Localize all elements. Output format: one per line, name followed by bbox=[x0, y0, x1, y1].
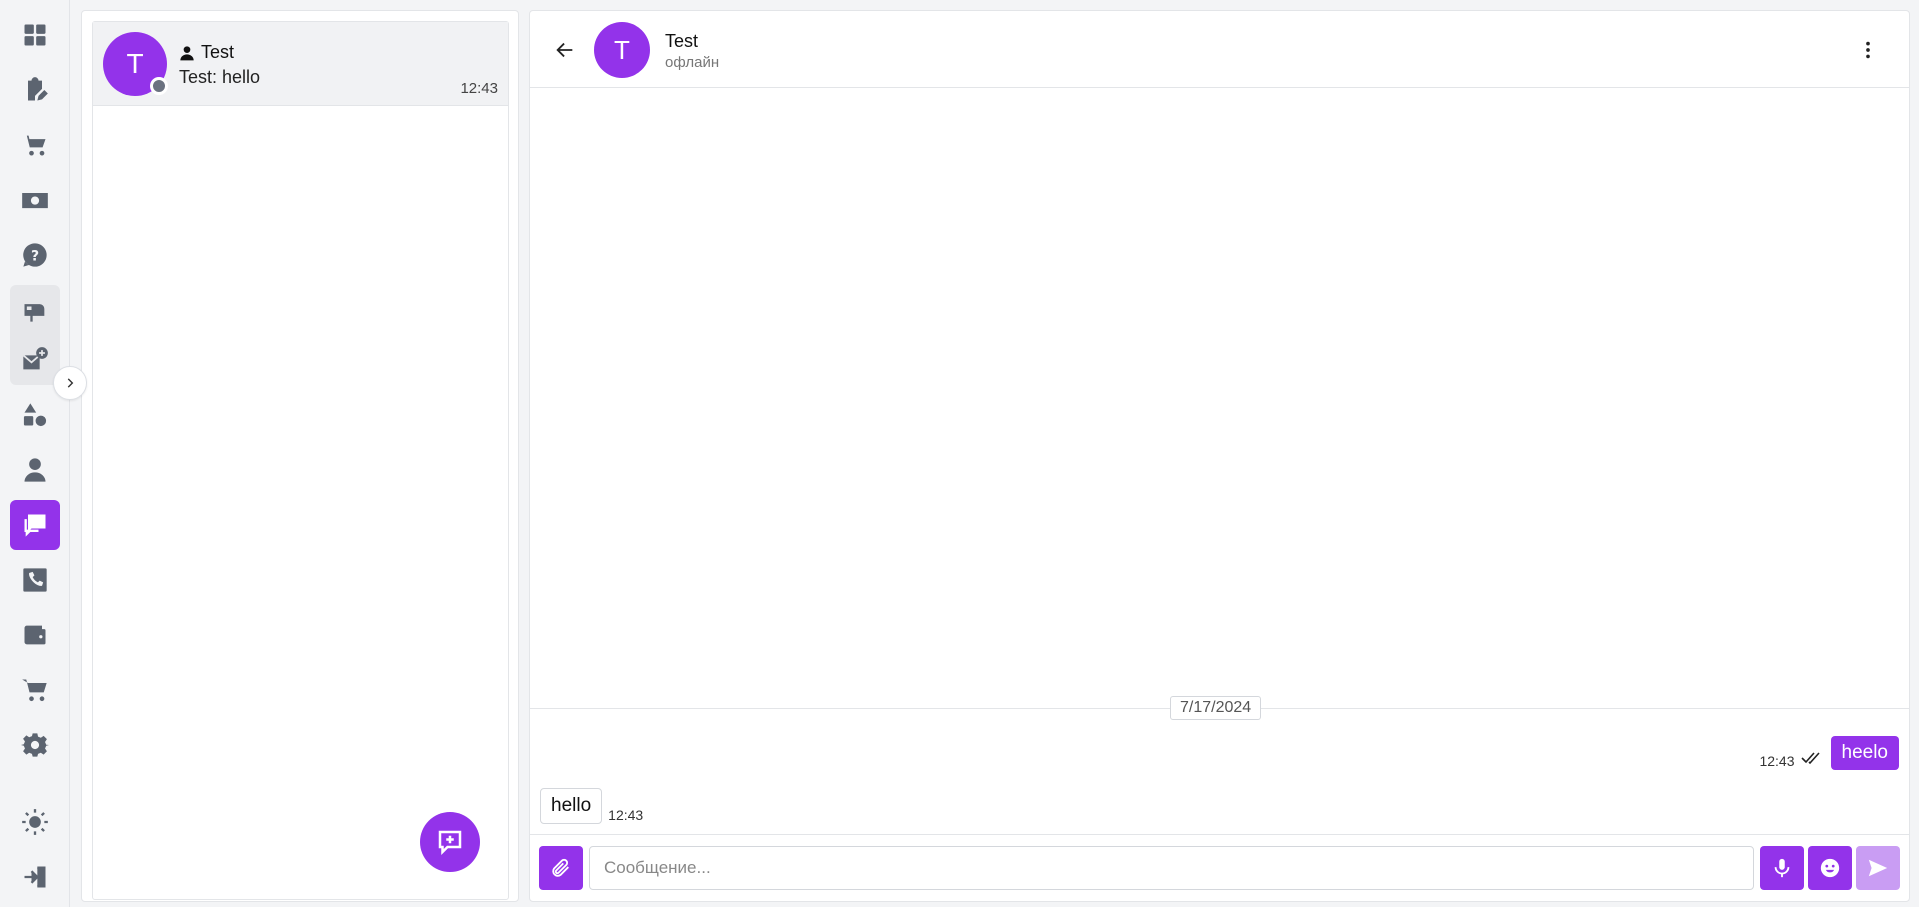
more-options-button[interactable] bbox=[1857, 39, 1879, 61]
contact-avatar: T bbox=[594, 22, 650, 78]
chat-list-item[interactable]: T Test Test: hello 12:43 bbox=[93, 22, 508, 106]
mailbox-icon[interactable] bbox=[10, 285, 60, 335]
mail-add-icon[interactable] bbox=[10, 335, 60, 385]
message-bubble: heelo bbox=[1830, 736, 1899, 770]
conversation-panel: T Test офлайн 7/17/2024 12:43 heelo hell… bbox=[529, 10, 1910, 902]
settings-icon[interactable] bbox=[10, 720, 60, 770]
back-button[interactable] bbox=[554, 39, 576, 61]
emoji-button[interactable] bbox=[1808, 846, 1852, 890]
send-icon bbox=[1868, 859, 1888, 877]
wallet-icon[interactable] bbox=[10, 610, 60, 660]
svg-text:?: ? bbox=[31, 248, 39, 264]
chevron-right-icon bbox=[67, 378, 74, 388]
chat-list: T Test Test: hello 12:43 bbox=[92, 21, 509, 900]
tasks-icon[interactable] bbox=[10, 65, 60, 115]
money-icon[interactable] bbox=[10, 175, 60, 225]
message-bubble: hello bbox=[540, 788, 603, 824]
double-check-icon bbox=[1800, 751, 1821, 770]
logout-icon[interactable] bbox=[10, 852, 60, 902]
message-time: 12:43 bbox=[1759, 753, 1795, 769]
chat-item-time: 12:43 bbox=[460, 80, 498, 97]
message-input[interactable] bbox=[589, 846, 1754, 890]
arrow-left-icon bbox=[556, 42, 573, 58]
message-composer bbox=[530, 834, 1909, 901]
incoming-message: hello 12:43 bbox=[540, 788, 643, 824]
phone-icon[interactable] bbox=[10, 555, 60, 605]
chat-plus-icon bbox=[438, 830, 462, 856]
more-vertical-icon bbox=[1866, 41, 1870, 59]
microphone-icon bbox=[1774, 858, 1790, 878]
expand-sidebar-button[interactable] bbox=[53, 366, 87, 400]
paperclip-icon bbox=[552, 858, 569, 877]
send-button[interactable] bbox=[1856, 846, 1900, 890]
outgoing-message: 12:43 heelo bbox=[1759, 736, 1899, 770]
smiley-icon bbox=[1820, 858, 1840, 878]
user-icon bbox=[180, 45, 194, 60]
voice-message-button[interactable] bbox=[1760, 846, 1804, 890]
new-chat-button[interactable] bbox=[420, 812, 480, 872]
help-icon[interactable]: ? bbox=[10, 230, 60, 280]
contact-name: Test bbox=[665, 31, 699, 51]
chat-item-preview: Test: hello bbox=[179, 67, 261, 87]
dashboard-icon[interactable] bbox=[10, 10, 60, 60]
chat-list-panel: T Test Test: hello 12:43 bbox=[81, 10, 519, 902]
chat-icon[interactable] bbox=[10, 500, 60, 550]
offline-status-dot bbox=[150, 77, 168, 95]
shop-cart-icon[interactable] bbox=[10, 665, 60, 715]
attach-button[interactable] bbox=[539, 846, 583, 890]
message-time: 12:43 bbox=[608, 807, 644, 823]
manager-icon[interactable] bbox=[10, 445, 60, 495]
sidebar-rail: ? bbox=[0, 0, 70, 907]
cart-icon[interactable] bbox=[10, 120, 60, 170]
shapes-icon[interactable] bbox=[10, 390, 60, 440]
contact-status: офлайн bbox=[665, 54, 720, 71]
conversation-header: T Test офлайн bbox=[530, 11, 1909, 88]
date-separator: 7/17/2024 bbox=[1170, 696, 1262, 720]
theme-icon[interactable] bbox=[10, 797, 60, 847]
chat-item-name: Test bbox=[201, 42, 235, 62]
